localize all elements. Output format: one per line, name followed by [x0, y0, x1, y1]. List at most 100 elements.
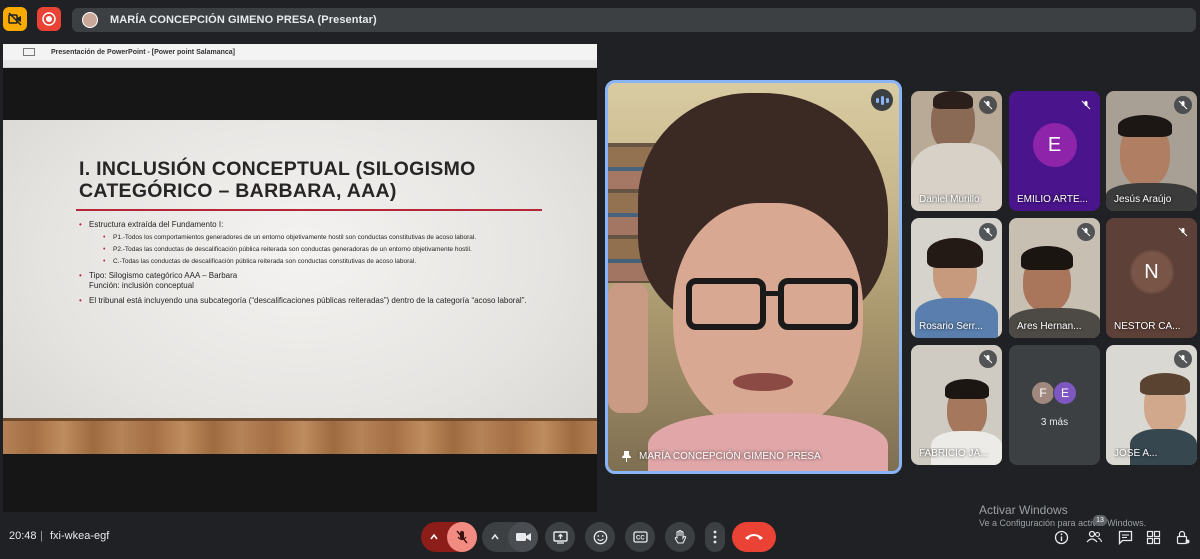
separator: | — [40, 530, 43, 542]
camera-toggle-button[interactable] — [508, 522, 538, 552]
chat-icon — [1118, 530, 1132, 545]
slide-bullet: Tipo: Silogismo categórico AAA – Barbara… — [79, 271, 549, 291]
slide-body: Estructura extraída del Fundamento I: P1… — [79, 220, 549, 309]
svg-text:CC: CC — [636, 536, 645, 542]
participant-name: EMILIO ARTE... — [1017, 194, 1088, 205]
speaking-indicator-icon — [871, 89, 893, 111]
participant-tile-jesus[interactable]: Jesús Araújo — [1106, 91, 1197, 211]
people-count-badge: 13 — [1093, 515, 1107, 526]
top-bar: MARÍA CONCEPCIÓN GIMENO PRESA (Presentar… — [0, 0, 1200, 40]
participant-hair — [933, 91, 973, 109]
participant-body — [915, 298, 998, 338]
mic-toggle-button[interactable] — [447, 522, 477, 552]
pin-icon[interactable] — [622, 451, 631, 462]
more-participants-label: 3 más — [1040, 417, 1069, 428]
participant-name: Jesús Araújo — [1114, 194, 1172, 205]
participant-name: NESTOR CA... — [1114, 321, 1181, 332]
captions-button[interactable]: CC — [625, 522, 655, 552]
participant-avatar: F — [1031, 381, 1055, 405]
captions-icon: CC — [632, 531, 648, 543]
mic-off-icon — [1077, 96, 1095, 114]
emoji-icon — [593, 530, 607, 544]
camera-off-indicator-icon[interactable] — [3, 7, 27, 31]
meeting-code: fxi-wkea-egf — [50, 530, 110, 542]
people-icon — [1086, 530, 1102, 543]
main-speaker-name: MARÍA CONCEPCIÓN GIMENO PRESA — [622, 451, 821, 462]
speaker-hand — [608, 283, 648, 413]
hand-icon — [674, 529, 687, 544]
meeting-details-button[interactable] — [1050, 526, 1072, 548]
reactions-button[interactable] — [585, 522, 615, 552]
presenting-banner: MARÍA CONCEPCIÓN GIMENO PRESA (Presentar… — [72, 8, 1196, 32]
speaker-mouth — [733, 373, 793, 391]
participant-tile-fabricio[interactable]: FABRICIO JA... — [911, 345, 1002, 465]
slide-bullet: El tribunal está incluyendo una subcateg… — [79, 296, 549, 306]
participant-hair — [945, 379, 989, 399]
slide-bullet-line: Tipo: Silogismo categórico AAA – Barbara — [89, 271, 238, 280]
glasses-bridge — [764, 291, 780, 296]
slide-wood-floor — [3, 421, 597, 454]
camera-icon — [515, 533, 531, 541]
people-button[interactable] — [1083, 526, 1105, 548]
participant-tile-daniel[interactable]: Daniel Murillo — [911, 91, 1002, 211]
presenter-avatar — [82, 12, 98, 28]
clock: 20:48 — [9, 530, 37, 542]
mic-off-icon — [1174, 96, 1192, 114]
window-icon — [23, 48, 35, 56]
participant-hair — [927, 238, 983, 268]
mic-off-icon — [456, 530, 468, 544]
camera-control-group — [482, 522, 538, 552]
hang-up-icon — [745, 534, 763, 540]
participant-hair — [1140, 373, 1190, 395]
participant-name: Rosario Serr... — [919, 321, 983, 332]
more-participants-tile[interactable]: F E 3 más — [1009, 345, 1100, 465]
windows-activation-title: Activar Windows — [979, 503, 1068, 517]
activities-button[interactable] — [1142, 526, 1164, 548]
participant-tile-rosario[interactable]: Rosario Serr... — [911, 218, 1002, 338]
mic-off-icon — [1077, 223, 1095, 241]
participant-hair — [1021, 246, 1073, 270]
mic-control-group — [421, 522, 477, 552]
leave-call-button[interactable] — [732, 522, 776, 552]
presenting-label: MARÍA CONCEPCIÓN GIMENO PRESA (Presentar… — [110, 14, 377, 26]
participant-tile-jose[interactable]: JOSÉ A... — [1106, 345, 1197, 465]
presentation-panel[interactable]: Presentación de PowerPoint - [Power poin… — [3, 44, 597, 512]
participant-body — [1130, 429, 1197, 465]
participant-name: JOSÉ A... — [1114, 448, 1158, 459]
main-speaker-tile[interactable]: MARÍA CONCEPCIÓN GIMENO PRESA — [605, 80, 902, 474]
slide-title-underline — [76, 209, 542, 211]
participant-tile-ares[interactable]: Ares Hernan... — [1009, 218, 1100, 338]
slide-sub-bullet: P2.-Todas las conductas de descalificaci… — [79, 245, 549, 254]
present-screen-button[interactable] — [545, 522, 575, 552]
mic-off-icon — [979, 350, 997, 368]
host-controls-button[interactable] — [1172, 526, 1194, 548]
main-speaker-name-text: MARÍA CONCEPCIÓN GIMENO PRESA — [639, 451, 821, 462]
more-options-button[interactable] — [705, 522, 725, 552]
present-screen-icon — [552, 530, 568, 544]
participant-tile-nestor[interactable]: N NESTOR CA... — [1106, 218, 1197, 338]
mic-options-chevron-icon[interactable] — [429, 530, 439, 545]
slide-bottom-margin — [3, 454, 597, 512]
more-participants-avatars: F E — [1031, 381, 1077, 405]
recording-icon[interactable] — [37, 7, 61, 31]
glasses-left — [686, 278, 766, 330]
bottom-control-bar: 20:48 | fxi-wkea-egf CC — [0, 518, 1200, 559]
participant-hair — [1118, 115, 1172, 137]
slide-title-line-1: I. INCLUSIÓN CONCEPTUAL (SILOGISMO — [79, 158, 476, 180]
slide-top-margin — [3, 68, 597, 120]
camera-options-chevron-icon[interactable] — [490, 530, 500, 545]
mic-off-icon — [1174, 223, 1192, 241]
participant-tile-emilio[interactable]: E EMILIO ARTE... — [1009, 91, 1100, 211]
raise-hand-button[interactable] — [665, 522, 695, 552]
ppt-title-bar: Presentación de PowerPoint - [Power poin… — [3, 44, 597, 60]
speaker-shirt — [648, 413, 888, 471]
slide-sub-bullet: P1.-Todos los comportamientos generadore… — [79, 233, 549, 242]
participant-avatar: E — [1032, 123, 1077, 167]
chat-button[interactable] — [1114, 526, 1136, 548]
activities-icon — [1146, 530, 1160, 544]
slide: I. INCLUSIÓN CONCEPTUAL (SILOGISMO CATEG… — [3, 120, 597, 454]
more-vert-icon — [713, 530, 717, 544]
mic-off-icon — [979, 96, 997, 114]
participant-name: Daniel Murillo — [919, 194, 980, 205]
lock-person-icon — [1176, 530, 1190, 544]
